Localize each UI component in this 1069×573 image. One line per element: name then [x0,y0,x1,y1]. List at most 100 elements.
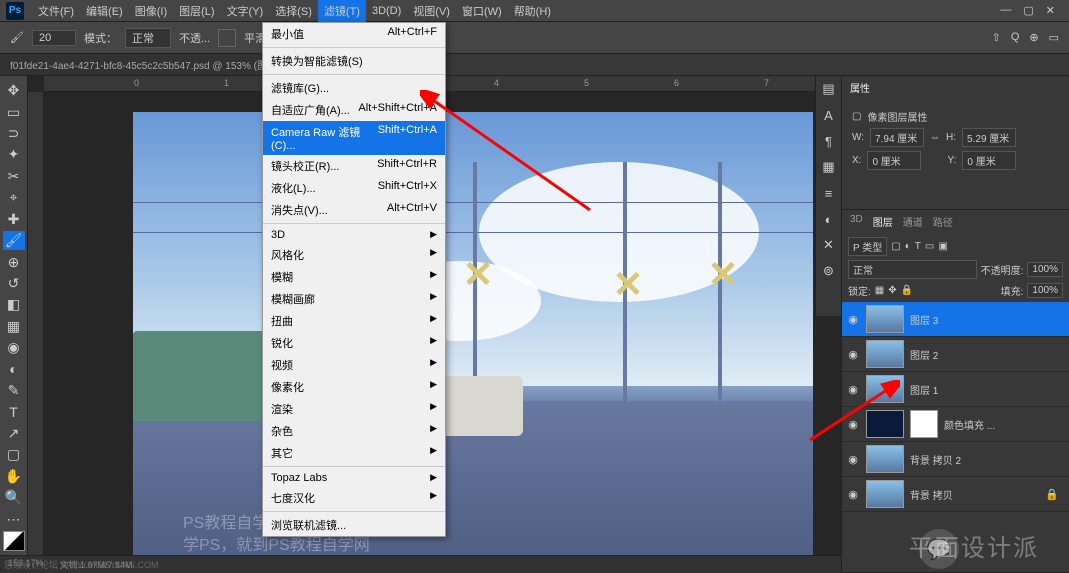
filter-menu-item[interactable]: 像素化▶ [263,376,445,398]
filter-menu-item[interactable]: 最小值Alt+Ctrl+F [263,23,445,45]
layer-mask-thumbnail[interactable] [910,410,938,438]
crop-tool[interactable]: ✂ [3,167,25,186]
fg-bg-swatch[interactable] [3,531,25,551]
layer-thumbnail[interactable] [866,480,904,508]
tab-layers[interactable]: 图层 [873,214,893,229]
gradient-tool[interactable]: ▦ [3,317,25,336]
layer-thumbnail[interactable] [866,445,904,473]
layer-thumbnail[interactable] [866,375,904,403]
filter-image-icon[interactable]: ▢ [891,241,900,252]
ruler-vertical[interactable] [28,92,44,573]
layer-name[interactable]: 颜色填充 ... [944,417,995,432]
visibility-toggle[interactable]: ◉ [846,383,860,396]
layer-row[interactable]: ◉ 背景 拷贝 2 [842,442,1069,477]
minimize-icon[interactable]: — [1000,4,1011,17]
link-icon[interactable]: ⇔ [930,132,940,143]
filter-menu-item[interactable]: 视频▶ [263,354,445,376]
align-panel-icon[interactable]: ≡ [820,184,838,202]
heal-tool[interactable]: ✚ [3,210,25,229]
height-input[interactable]: 5.29 厘米 [962,128,1016,147]
lock-position-icon[interactable]: ✥ [888,285,896,296]
wand-tool[interactable]: ✦ [3,145,25,164]
swatches-panel-icon[interactable]: ▦ [820,158,838,176]
filter-type-icon[interactable]: T [915,241,921,252]
layer-row[interactable]: ◉ 背景 拷贝 🔒 [842,477,1069,512]
x-input[interactable]: 0 厘米 [867,151,921,170]
type-tool[interactable]: T [3,402,25,421]
share-icon[interactable]: ⇧ [992,31,1001,44]
filter-menu-item[interactable]: 3D▶ [263,226,445,244]
brush-tool-icon[interactable]: 🖌 [10,31,24,44]
tab-channels[interactable]: 通道 [903,214,923,229]
menu-help[interactable]: 帮助(H) [508,0,557,22]
visibility-toggle[interactable]: ◉ [846,453,860,466]
brush-size[interactable]: 20 [32,30,76,46]
hand-tool[interactable]: ✋ [3,467,25,486]
filter-menu-item[interactable]: 渲染▶ [263,398,445,420]
tab-paths[interactable]: 路径 [933,214,953,229]
stamp-tool[interactable]: ⊕ [3,252,25,271]
filter-menu-item[interactable]: 消失点(V)...Alt+Ctrl+V [263,199,445,221]
adjust-panel-icon[interactable]: ◐ [820,210,838,228]
maximize-icon[interactable]: ▢ [1023,4,1033,17]
menu-window[interactable]: 窗口(W) [456,0,508,22]
layer-name[interactable]: 图层 1 [910,382,938,397]
lasso-tool[interactable]: ⊃ [3,124,25,143]
filter-menu-item[interactable]: 液化(L)...Shift+Ctrl+X [263,177,445,199]
edit-toolbar[interactable]: ⋯ [3,509,25,528]
lock-pixels-icon[interactable]: ▦ [875,285,884,296]
filter-menu-item[interactable]: Topaz Labs▶ [263,469,445,487]
search-icon[interactable]: Q [1011,31,1020,44]
filter-menu-item[interactable]: Camera Raw 滤镜(C)...Shift+Ctrl+A [263,121,445,155]
cc-panel-icon[interactable]: ⊚ [820,262,838,280]
marquee-tool[interactable]: ▭ [3,102,25,121]
layer-row[interactable]: ◉ 颜色填充 ... [842,407,1069,442]
layer-row[interactable]: ◉ 图层 1 [842,372,1069,407]
filter-menu-item[interactable]: 滤镜库(G)... [263,77,445,99]
layer-filter-type[interactable]: P 类型 [848,237,887,256]
visibility-toggle[interactable]: ◉ [846,418,860,431]
filter-shape-icon[interactable]: ▭ [925,241,934,252]
visibility-toggle[interactable]: ◉ [846,488,860,501]
tools-panel-icon[interactable]: ✕ [820,236,838,254]
y-input[interactable]: 0 厘米 [962,151,1016,170]
filter-menu-item[interactable]: 模糊画廊▶ [263,288,445,310]
blur-tool[interactable]: ◉ [3,338,25,357]
layer-row[interactable]: ◉ 图层 2 [842,337,1069,372]
opacity-value[interactable]: 100% [1027,262,1063,277]
pin-icon[interactable]: ⊕ [1029,31,1038,44]
layer-name[interactable]: 图层 3 [910,312,938,327]
menu-edit[interactable]: 编辑(E) [80,0,129,22]
move-tool[interactable]: ✥ [3,81,25,100]
path-tool[interactable]: ↗ [3,424,25,443]
history-brush-tool[interactable]: ↺ [3,274,25,293]
layer-row[interactable]: ◉ 图层 3 [842,302,1069,337]
document-tab-1[interactable]: f01fde21-4ae4-4271-bfc8-45c5c2c5b547.psd… [0,54,298,75]
menu-layer[interactable]: 图层(L) [173,0,220,22]
para-panel-icon[interactable]: ¶ [820,132,838,150]
filter-menu-item[interactable]: 杂色▶ [263,420,445,442]
filter-menu-item[interactable]: 转换为智能滤镜(S) [263,50,445,72]
menu-image[interactable]: 图像(I) [129,0,173,22]
shape-tool[interactable]: ▢ [3,445,25,464]
filter-menu-item[interactable]: 扭曲▶ [263,310,445,332]
width-input[interactable]: 7.94 厘米 [870,128,924,147]
filter-adjust-icon[interactable]: ◐ [905,241,911,252]
fill-value[interactable]: 100% [1027,283,1063,298]
blend-mode[interactable]: 正常 [848,260,977,279]
brush-tool[interactable]: 🖌 [3,231,25,250]
canvas[interactable]: PS教程自学网 学PS，就到PS教程自学网 WWW.16XX8.COM [133,112,813,573]
filter-menu-item[interactable]: 锐化▶ [263,332,445,354]
menu-file[interactable]: 文件(F) [32,0,80,22]
dodge-tool[interactable]: ◐ [3,359,25,378]
filter-menu-item[interactable]: 风格化▶ [263,244,445,266]
properties-tab[interactable]: 属性 [850,80,870,95]
filter-menu-item[interactable]: 镜头校正(R)...Shift+Ctrl+R [263,155,445,177]
filter-menu-item[interactable]: 其它▶ [263,442,445,464]
opacity-pressure-icon[interactable] [218,29,236,47]
layer-thumbnail[interactable] [866,305,904,333]
menu-view[interactable]: 视图(V) [407,0,456,22]
filter-smart-icon[interactable]: ▣ [938,241,947,252]
menu-filter[interactable]: 滤镜(T) [318,0,366,22]
menu-type[interactable]: 文字(Y) [221,0,270,22]
